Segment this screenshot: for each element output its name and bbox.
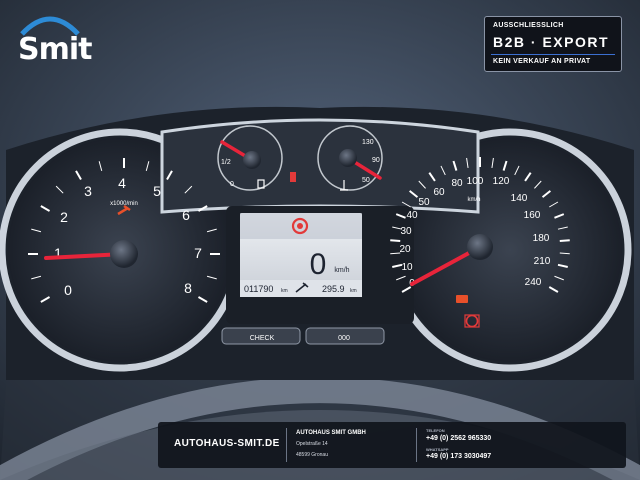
speed-label-120: 120: [493, 176, 510, 187]
digital-speed: 0: [310, 248, 327, 281]
tachometer-hub: [110, 240, 138, 268]
tach-label-6: 6: [182, 207, 190, 223]
speed-label-10: 10: [401, 262, 413, 273]
smit-logo: Smit: [16, 12, 96, 68]
telephone-label: TELEFON: [426, 428, 445, 433]
b2b-export-badge: AUSSCHLIESSLICH B2B · EXPORT KEIN VERKAU…: [484, 16, 622, 72]
badge-main-text: B2B · EXPORT: [493, 34, 610, 50]
logo-text: Smit: [18, 32, 92, 67]
check-engine-icon: [456, 295, 468, 303]
speed-label-60: 60: [433, 187, 445, 198]
speed-label-20: 20: [399, 244, 411, 255]
speed-label-40: 40: [406, 210, 418, 221]
engine-warning-icon: [290, 172, 296, 182]
speedometer-unit: km/h: [467, 197, 480, 203]
tach-label-8: 8: [184, 280, 192, 296]
tach-label-2: 2: [60, 209, 68, 225]
speedometer-hub: [467, 234, 493, 260]
temp-label-50: 50: [362, 177, 370, 184]
dial-tick: [559, 239, 570, 243]
temp-label-90: 90: [372, 157, 380, 164]
speed-label-50: 50: [418, 197, 430, 208]
badge-bottom-text: KEIN VERKAUF AN PRIVAT: [493, 58, 591, 65]
range-unit: km: [350, 288, 357, 294]
speed-label-30: 30: [400, 226, 412, 237]
whatsapp-label: WHATSAPP: [426, 447, 449, 452]
dealer-name: AUTOHAUS SMIT GMBH: [296, 430, 366, 436]
digital-speed-unit: km/h: [334, 267, 349, 274]
speed-label-160: 160: [524, 210, 541, 221]
speed-label-140: 140: [511, 193, 528, 204]
temp-label-130: 130: [362, 139, 374, 146]
tach-label-7: 7: [194, 245, 202, 261]
whatsapp-number[interactable]: +49 (0) 173 3030497: [426, 453, 491, 460]
fuel-label-half: 1/2: [221, 159, 231, 166]
check-button-label: CHECK: [250, 335, 275, 342]
dashboard-photo: 0 1 2 3 4 5 6 7 8 x1000/min 1/2 0 130 90…: [0, 0, 640, 480]
fuel-label-empty: 0: [230, 181, 234, 188]
badge-divider: [491, 54, 615, 55]
dealer-divider: [416, 428, 417, 462]
speed-label-180: 180: [533, 233, 550, 244]
speed-label-210: 210: [534, 256, 551, 267]
badge-top-text: AUSSCHLIESSLICH: [493, 22, 564, 29]
dealer-divider: [286, 428, 287, 462]
telephone-number[interactable]: +49 (0) 2562 965330: [426, 435, 491, 442]
tach-label-5: 5: [153, 183, 161, 199]
speed-label-80: 80: [451, 178, 463, 189]
tach-label-4: 4: [118, 175, 126, 191]
tach-label-3: 3: [84, 183, 92, 199]
range-value: 295.9: [322, 284, 345, 294]
odometer-value: 011790: [244, 284, 273, 294]
dealer-info-bar: AUTOHAUS-SMIT.DE AUTOHAUS SMIT GMBH Opel…: [158, 422, 626, 468]
speed-label-100: 100: [467, 176, 484, 187]
dealer-website[interactable]: AUTOHAUS-SMIT.DE: [174, 438, 280, 449]
speed-label-240: 240: [525, 277, 542, 288]
dealer-street: Opelstraße 14: [296, 441, 328, 447]
odometer-unit: km: [281, 288, 288, 294]
dealer-city: 48599 Gronau: [296, 452, 328, 458]
dial-tick: [390, 239, 401, 243]
tach-label-0: 0: [64, 282, 72, 298]
trip-reset-button-label: 000: [338, 335, 350, 342]
